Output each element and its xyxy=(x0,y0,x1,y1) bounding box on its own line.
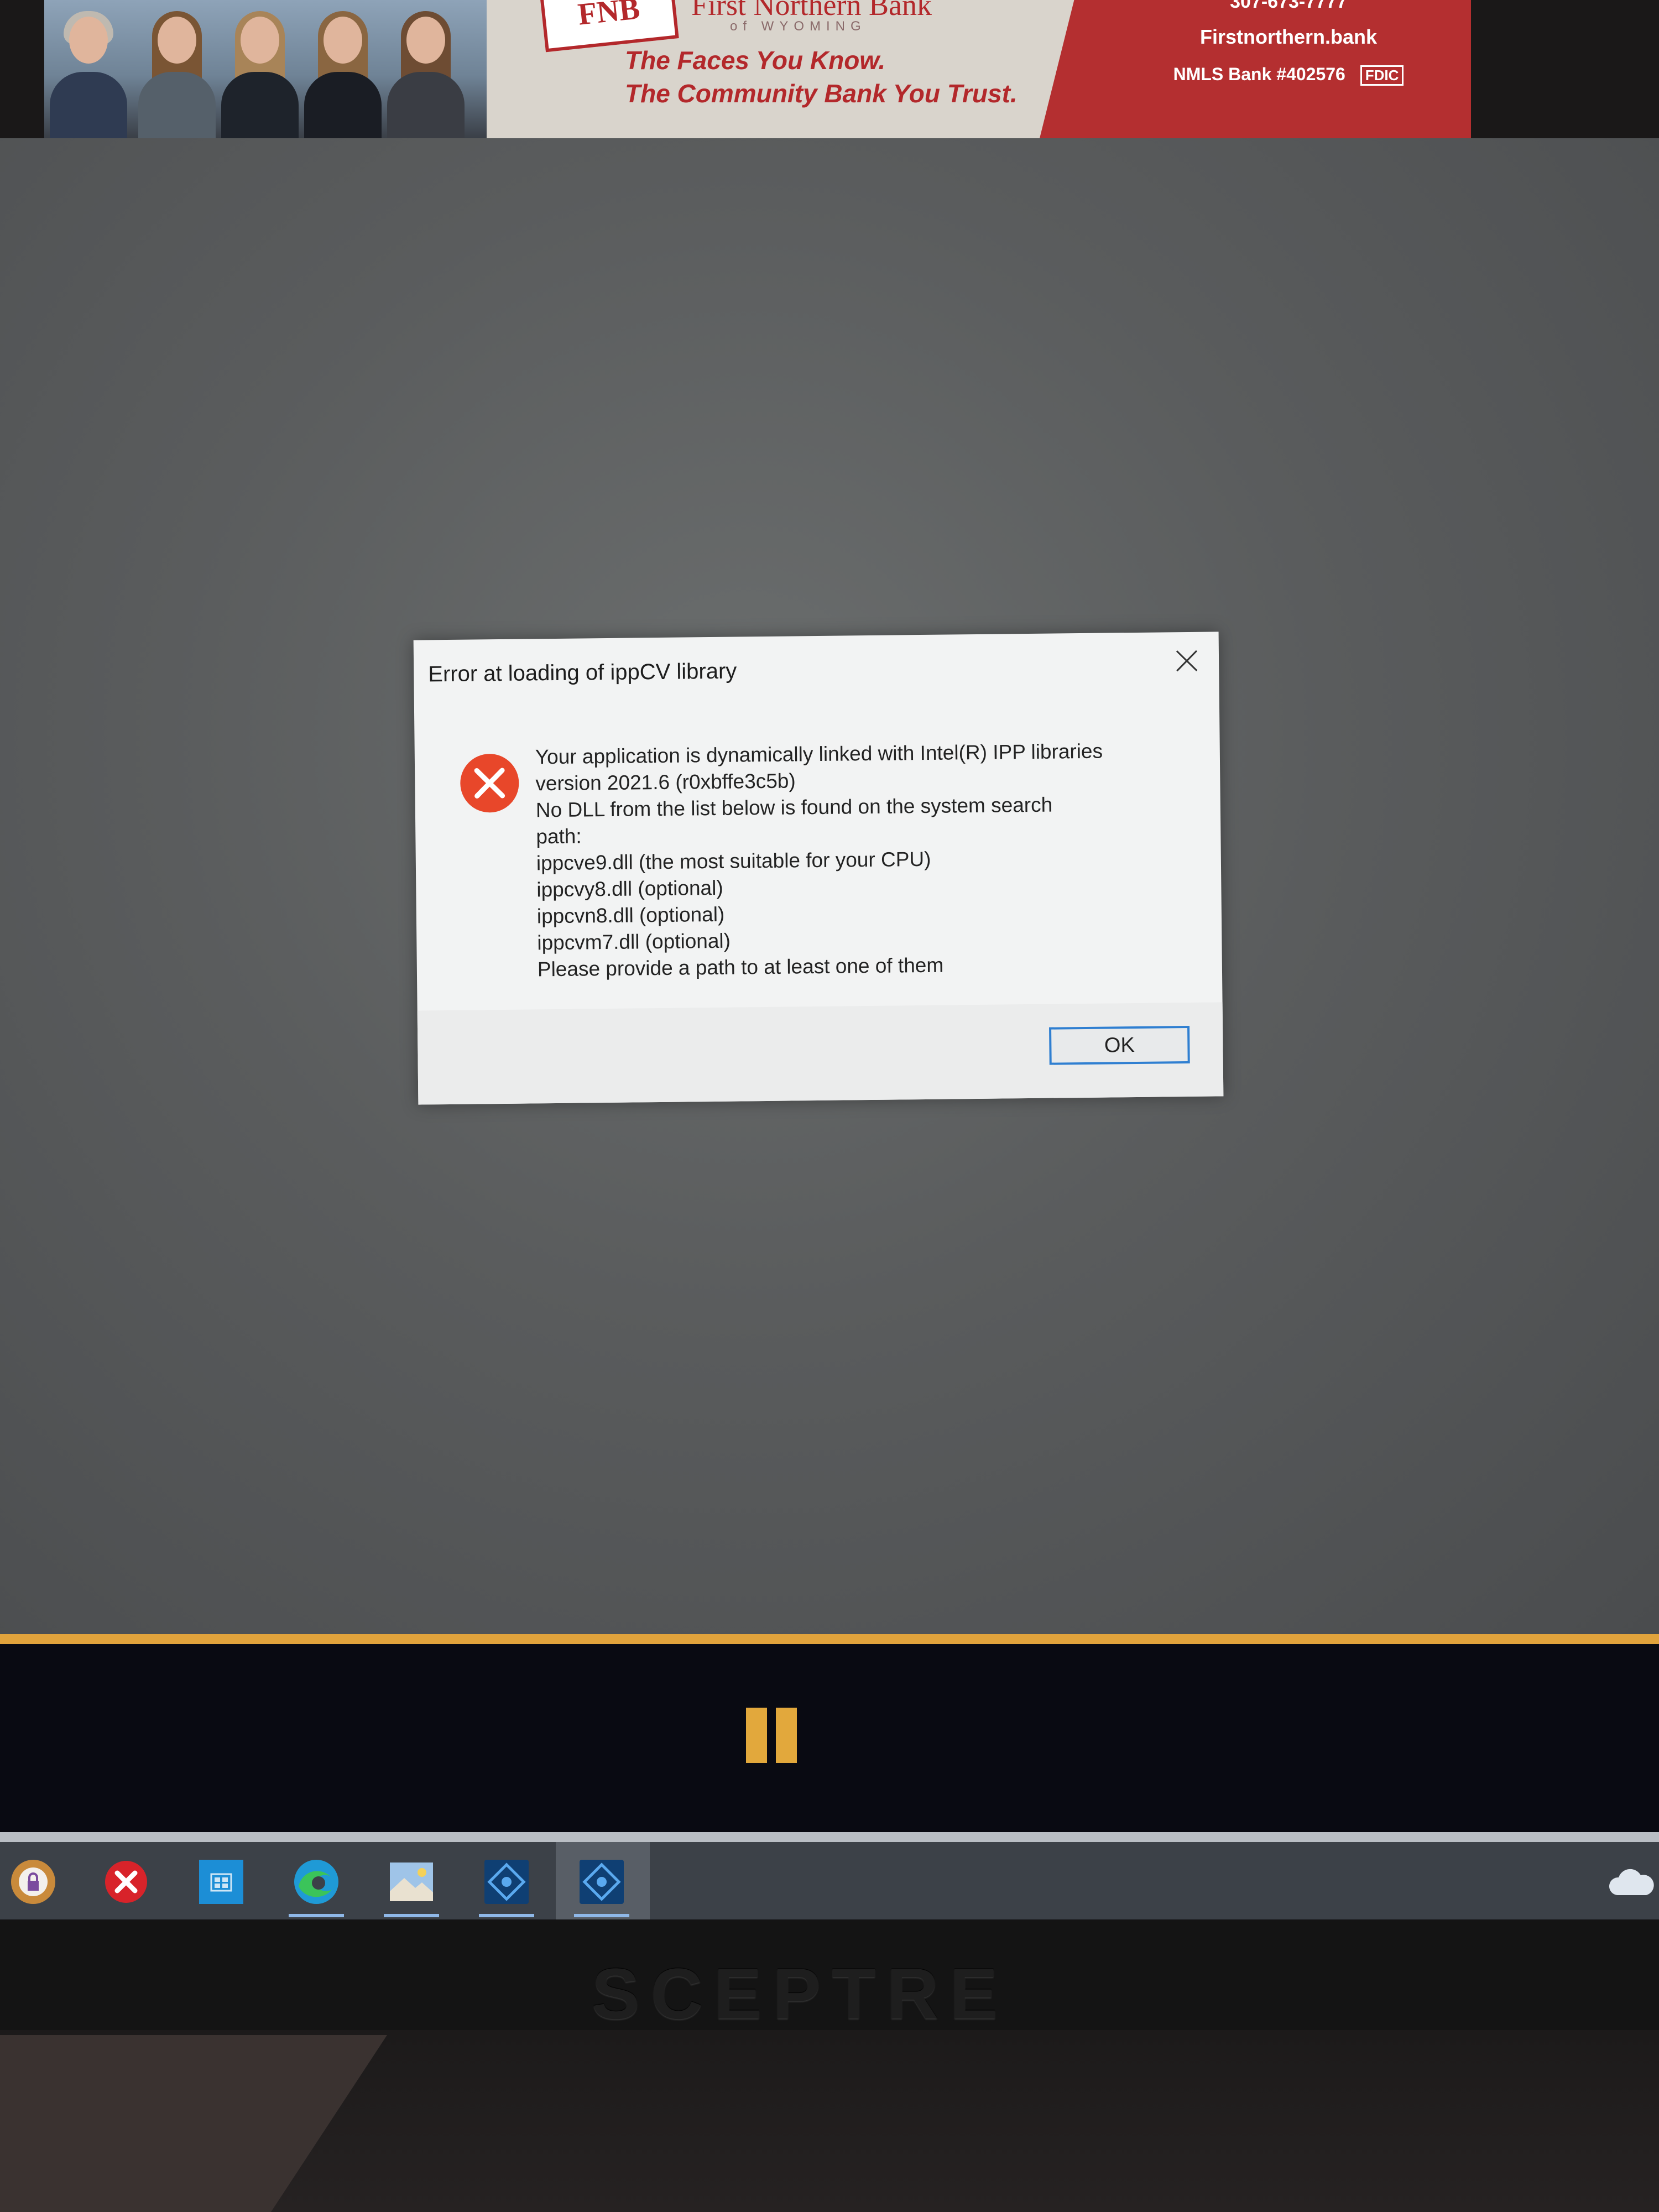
cloud-icon xyxy=(1609,1869,1654,1895)
app-icon-lock xyxy=(11,1860,55,1904)
pause-icon xyxy=(776,1708,797,1763)
edge-browser-icon xyxy=(294,1860,338,1904)
taskbar-app-edge[interactable] xyxy=(289,1854,344,1917)
person-figure xyxy=(304,11,382,138)
taskbar-app-lock[interactable] xyxy=(6,1854,61,1910)
pause-icon xyxy=(746,1708,767,1763)
person-figure xyxy=(138,11,216,138)
person-figure xyxy=(50,11,127,138)
player-controls xyxy=(0,1644,1659,1832)
running-indicator xyxy=(289,1914,344,1917)
banner-nmls: NMLS Bank #402576 FDIC xyxy=(1095,64,1471,86)
taskbar-app-blue-1[interactable] xyxy=(479,1854,534,1917)
ad-banner[interactable]: FNB First Northern Bank of WYOMING The F… xyxy=(44,0,1471,138)
monitor-brand-logo: SCEPTRE xyxy=(592,1953,1009,2034)
banner-website: Firstnorthern.bank xyxy=(1199,25,1378,48)
running-indicator xyxy=(479,1914,534,1917)
error-icon xyxy=(460,754,519,813)
error-dialog: Error at loading of ippCV library Your a… xyxy=(413,632,1224,1105)
tray-onedrive[interactable] xyxy=(1604,1854,1659,1910)
bank-logo: FNB xyxy=(539,0,679,53)
banner-slogan-1: The Faces You Know. xyxy=(625,46,886,75)
fdic-badge: FDIC xyxy=(1360,65,1404,86)
dialog-footer: OK xyxy=(417,1002,1224,1105)
app-icon-blue-1 xyxy=(484,1860,529,1904)
running-indicator xyxy=(384,1914,439,1917)
photos-app-icon xyxy=(390,1863,433,1901)
taskbar-app-error[interactable] xyxy=(98,1854,154,1910)
dialog-title: Error at loading of ippCV library xyxy=(428,659,737,687)
ok-button[interactable]: OK xyxy=(1049,1025,1190,1065)
error-app-icon xyxy=(105,1861,147,1903)
banner-slogan-2: The Community Bank You Trust. xyxy=(625,79,1018,108)
person-figure xyxy=(387,11,465,138)
close-button[interactable] xyxy=(1170,644,1204,678)
store-app-icon xyxy=(199,1860,243,1904)
pause-button[interactable] xyxy=(744,1708,799,1763)
banner-phone: 307-673-7777 xyxy=(1230,0,1347,12)
running-indicator xyxy=(574,1914,629,1917)
person-figure xyxy=(221,11,299,138)
dialog-message: Your application is dynamically linked w… xyxy=(535,737,1190,983)
taskbar xyxy=(0,1842,1659,1919)
player-progress-bar[interactable] xyxy=(0,1634,1659,1644)
taskbar-app-store[interactable] xyxy=(194,1854,249,1910)
taskbar-app-photos[interactable] xyxy=(384,1854,439,1917)
close-icon xyxy=(1176,650,1198,672)
taskbar-app-blue-2[interactable] xyxy=(574,1854,629,1917)
banner-photo xyxy=(44,0,487,138)
bank-state: of WYOMING xyxy=(730,19,867,34)
taskbar-edge xyxy=(0,1832,1659,1842)
nmls-text: NMLS Bank #402576 xyxy=(1173,64,1345,84)
app-icon-blue-2 xyxy=(580,1860,624,1904)
